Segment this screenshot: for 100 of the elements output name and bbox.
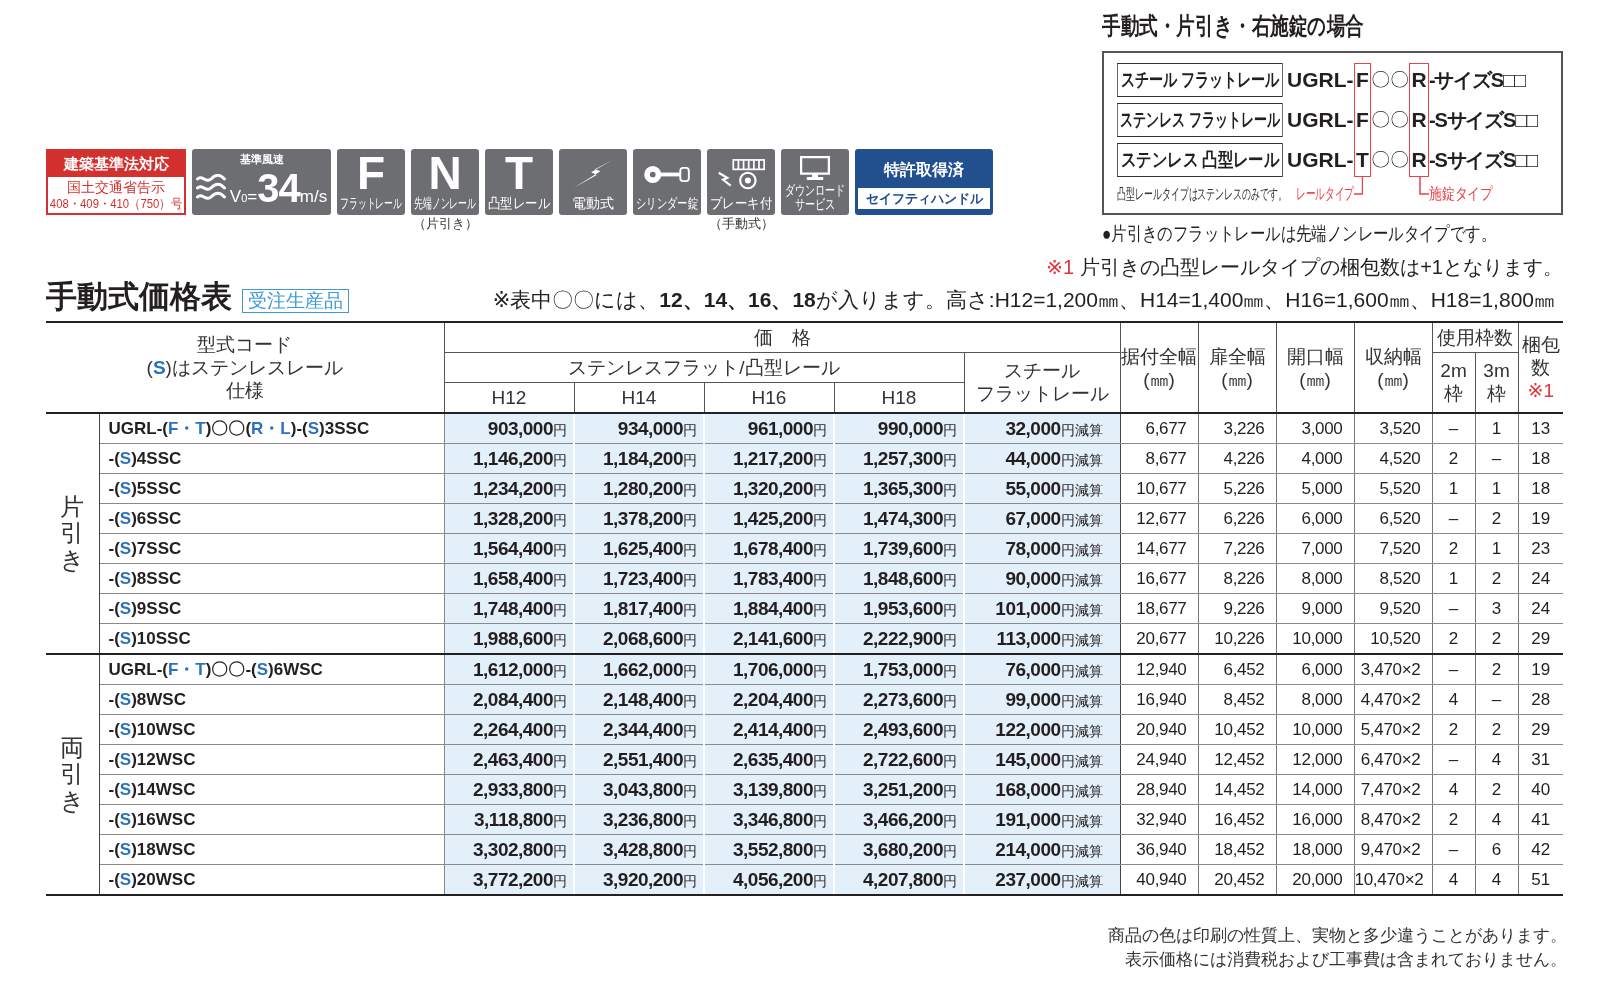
marker-label: レールタイプ bbox=[1296, 184, 1354, 204]
package-count-cell: 24 bbox=[1518, 563, 1564, 594]
dimension-cell: 8,677 bbox=[1120, 443, 1199, 474]
dimension-cell: 6,000 bbox=[1276, 503, 1355, 534]
price-cell: 2,344,400円 bbox=[574, 714, 704, 745]
feature-letter: N bbox=[428, 152, 462, 194]
price-cell: 3,428,800円 bbox=[574, 834, 704, 865]
steel-deduction-cell: 67,000円減算 bbox=[964, 503, 1121, 534]
wind-speed-caption: 基準風速 bbox=[239, 152, 284, 166]
column-header: 扉全幅(㎜) bbox=[1198, 322, 1277, 413]
dimension-cell: 8,226 bbox=[1198, 563, 1277, 594]
rail-note: ●片引きのフラットレールは先端ノンレールタイプです。 bbox=[1102, 223, 1497, 245]
dimension-cell: 4,470×2 bbox=[1354, 684, 1433, 715]
frame-count-cell: 4 bbox=[1432, 864, 1476, 895]
price-cell: 2,204,400円 bbox=[704, 684, 834, 715]
price-cell: 3,302,800円 bbox=[444, 834, 574, 865]
price-cell: 1,564,400円 bbox=[444, 533, 574, 564]
feature-label: 凸型レール bbox=[488, 196, 550, 211]
guide-title: 手動式・片引き・右施錠の場合 bbox=[1102, 12, 1364, 40]
row-group-label: 両引き bbox=[60, 734, 85, 815]
column-header: 梱包数 ※1 bbox=[1518, 322, 1564, 413]
dimension-cell: 9,520 bbox=[1354, 593, 1433, 624]
model-code-cell: -(S)9SSC bbox=[99, 593, 444, 624]
model-code-cell: -(S)6SSC bbox=[99, 503, 444, 534]
frame-count-cell: 1 bbox=[1432, 473, 1476, 504]
price-cell: 2,068,600円 bbox=[574, 623, 704, 654]
product-type-label: ステンレス 凸型レール bbox=[1117, 143, 1284, 177]
price-cell: 3,772,200円 bbox=[444, 864, 574, 895]
dimension-cell: 5,226 bbox=[1198, 473, 1277, 504]
dimension-cell: 24,940 bbox=[1120, 744, 1199, 775]
dimension-cell: 6,470×2 bbox=[1354, 744, 1433, 775]
frame-count-cell: 2 bbox=[1432, 714, 1476, 745]
price-cell: 1,848,600円 bbox=[834, 563, 964, 594]
frame-count-cell: 4 bbox=[1475, 864, 1519, 895]
price-cell: 1,783,400円 bbox=[704, 563, 834, 594]
dimension-cell: 7,226 bbox=[1198, 533, 1277, 564]
dimension-cell: 7,470×2 bbox=[1354, 774, 1433, 805]
leader-line bbox=[1419, 177, 1429, 195]
column-header: ステンレスフラット/凸型レール bbox=[444, 352, 964, 382]
price-cell: 3,920,200円 bbox=[574, 864, 704, 895]
dimension-cell: 9,000 bbox=[1276, 593, 1355, 624]
model-code-cell: -(S)20WSC bbox=[99, 864, 444, 895]
dimension-cell: 12,452 bbox=[1198, 744, 1277, 775]
frame-count-cell: 2 bbox=[1475, 503, 1519, 534]
dimension-cell: 18,452 bbox=[1198, 834, 1277, 865]
dimension-cell: 8,470×2 bbox=[1354, 804, 1433, 835]
package-count-cell: 24 bbox=[1518, 593, 1564, 624]
steel-deduction-cell: 32,000円減算 bbox=[964, 413, 1121, 444]
dimension-cell: 8,520 bbox=[1354, 563, 1433, 594]
dimension-cell: 3,520 bbox=[1354, 413, 1433, 444]
dimension-cell: 20,940 bbox=[1120, 714, 1199, 745]
price-cell: 1,234,200円 bbox=[444, 473, 574, 504]
dimension-cell: 6,226 bbox=[1198, 503, 1277, 534]
row-group-label: 片引き bbox=[60, 493, 85, 574]
price-cell: 2,084,400円 bbox=[444, 684, 574, 715]
package-count-cell: 29 bbox=[1518, 714, 1564, 745]
price-cell: 1,146,200円 bbox=[444, 443, 574, 474]
model-code: UGRL-F 〇〇 R-サイズS□□ bbox=[1287, 67, 1527, 93]
steel-deduction-cell: 78,000円減算 bbox=[964, 533, 1121, 564]
steel-deduction-cell: 44,000円減算 bbox=[964, 443, 1121, 474]
package-count-cell: 23 bbox=[1518, 533, 1564, 564]
dimension-cell: 18,677 bbox=[1120, 593, 1199, 624]
dimension-cell: 3,226 bbox=[1198, 413, 1277, 444]
price-cell: 1,739,600円 bbox=[834, 533, 964, 564]
price-cell: 1,884,400円 bbox=[704, 593, 834, 624]
column-header: 価 格 bbox=[444, 322, 1121, 352]
dimension-cell: 10,000 bbox=[1276, 714, 1355, 745]
price-cell: 2,222,900円 bbox=[834, 623, 964, 654]
price-cell: 1,257,300円 bbox=[834, 443, 964, 474]
dimension-cell: 12,677 bbox=[1120, 503, 1199, 534]
price-cell: 4,056,200円 bbox=[704, 864, 834, 895]
price-cell: 1,953,600円 bbox=[834, 593, 964, 624]
price-cell: 2,414,400円 bbox=[704, 714, 834, 745]
dimension-cell: 10,677 bbox=[1120, 473, 1199, 504]
dimension-cell: 5,520 bbox=[1354, 473, 1433, 504]
dimension-cell: 16,452 bbox=[1198, 804, 1277, 835]
dimension-cell: 32,940 bbox=[1120, 804, 1199, 835]
package-count-cell: 28 bbox=[1518, 684, 1564, 715]
frame-count-cell: – bbox=[1432, 744, 1476, 775]
price-cell: 2,463,400円 bbox=[444, 744, 574, 775]
price-cell: 3,043,800円 bbox=[574, 774, 704, 805]
steel-deduction-cell: 122,000円減算 bbox=[964, 714, 1121, 745]
price-cell: 2,933,800円 bbox=[444, 774, 574, 805]
dimension-cell: 10,520 bbox=[1354, 623, 1433, 654]
dimension-cell: 8,000 bbox=[1276, 684, 1355, 715]
dimension-cell: 5,470×2 bbox=[1354, 714, 1433, 745]
frame-count-cell: 4 bbox=[1475, 804, 1519, 835]
feature-label: シリンダー錠 bbox=[636, 196, 698, 211]
steel-deduction-cell: 55,000円減算 bbox=[964, 473, 1121, 504]
package-count-cell: 13 bbox=[1518, 413, 1564, 444]
price-cell: 2,273,600円 bbox=[834, 684, 964, 715]
dimension-cell: 16,677 bbox=[1120, 563, 1199, 594]
model-code: UGRL-T〇〇 R-SサイズS□□ bbox=[1287, 147, 1539, 173]
steel-deduction-cell: 113,000円減算 bbox=[964, 623, 1121, 654]
dimension-cell: 40,940 bbox=[1120, 864, 1199, 895]
made-to-order-tag: 受注生産品 bbox=[242, 289, 349, 313]
price-cell: 1,817,400円 bbox=[574, 593, 704, 624]
package-count-cell: 18 bbox=[1518, 443, 1564, 474]
price-cell: 3,552,800円 bbox=[704, 834, 834, 865]
feature-label: 先端ノンレール bbox=[414, 196, 476, 211]
